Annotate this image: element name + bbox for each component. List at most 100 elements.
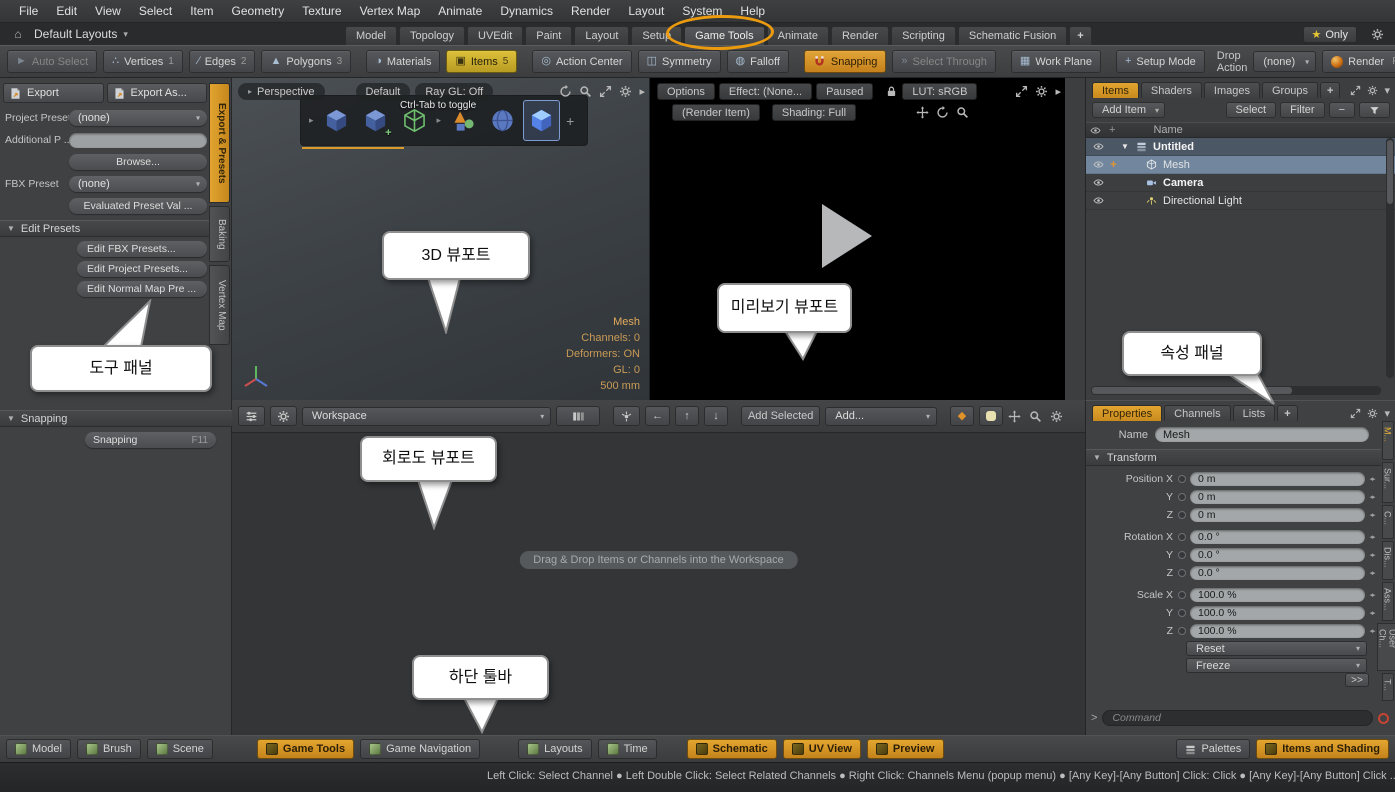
home-icon[interactable]: ⌂ [8,26,28,42]
view-columns-icon[interactable] [556,406,600,426]
items-mode-button[interactable]: ▣Items5 [446,50,517,73]
shading-style-button[interactable]: Default [356,83,411,100]
vertices-mode-button[interactable]: ∴Vertices1 [103,50,183,73]
project-preset-dropdown[interactable]: (none) [69,110,207,126]
channel-dot-icon[interactable] [1178,609,1186,617]
channel-dot-icon[interactable] [1178,569,1186,577]
position-z-field[interactable]: 0 m [1190,508,1365,522]
layout-tab-model[interactable]: Model [345,26,397,45]
item-list-vertical-scrollbar[interactable] [1386,138,1394,378]
diamond-toggle-button[interactable]: ◆ [950,406,974,426]
node-icon[interactable] [613,406,640,426]
more-button[interactable]: >> [1345,673,1369,687]
action-center-button[interactable]: ◎Action Center [532,50,631,73]
item-row-directional-light[interactable]: Directional Light [1086,192,1395,210]
record-icon[interactable] [1378,713,1389,724]
spinner-icon[interactable]: ◂▸ [1365,493,1379,501]
menu-layout[interactable]: Layout [619,0,673,22]
bottom-game-navigation-button[interactable]: Game Navigation [360,739,480,759]
menu-item[interactable]: Item [181,0,222,22]
schematic-gear-add-icon[interactable] [270,406,297,426]
work-plane-button[interactable]: ▦Work Plane [1011,50,1101,73]
channel-dot-icon[interactable] [1178,627,1186,635]
item-row-untitled[interactable]: ▼ Untitled [1086,138,1395,156]
channel-dot-icon[interactable] [1178,511,1186,519]
eye-icon[interactable] [1090,195,1106,206]
add-properties-tab-button[interactable]: + [1277,405,1297,421]
eye-icon[interactable] [1090,177,1106,188]
palettes-button[interactable]: Palettes [1176,739,1250,759]
tab-lists[interactable]: Lists [1233,405,1276,421]
layout-tab-paint[interactable]: Paint [525,26,572,45]
channel-dot-icon[interactable] [1178,475,1186,483]
preview-render-item-dropdown[interactable]: (Render Item) [672,104,760,121]
edit-normal-map-presets-button[interactable]: Edit Normal Map Pre ... [77,281,207,297]
preview-move-icon[interactable] [916,106,929,119]
view-mode-dropdown[interactable]: ▸Perspective [238,83,325,100]
bottom-uv-view-button[interactable]: UV View [783,739,861,759]
menu-dynamics[interactable]: Dynamics [491,0,562,22]
preview-paused-button[interactable]: Paused [816,83,873,100]
bottom-schematic-button[interactable]: Schematic [687,739,777,759]
side-tab-surface[interactable]: Sur... [1382,462,1394,503]
preview-maximize-icon[interactable] [1015,85,1028,98]
side-tab-t[interactable]: T... [1382,673,1394,701]
eye-icon[interactable] [1090,159,1106,170]
tab-items[interactable]: Items [1092,82,1139,98]
export-as-button[interactable]: Export As... [107,83,208,103]
bottom-model-button[interactable]: Model [6,739,71,759]
layout-tab-render[interactable]: Render [831,26,889,45]
layout-tab-layout[interactable]: Layout [574,26,629,45]
menu-vertex-map[interactable]: Vertex Map [351,0,430,22]
orbit-icon[interactable] [559,85,572,98]
expander-icon[interactable]: ▼ [1121,142,1133,151]
edges-mode-button[interactable]: ∕Edges2 [189,50,256,73]
layout-tab-uvedit[interactable]: UVEdit [467,26,523,45]
maximize-icon[interactable] [599,85,612,98]
only-button[interactable]: ★ Only [1303,26,1358,43]
side-tab-c[interactable]: C... [1382,505,1394,539]
schematic-move-icon[interactable] [1008,410,1021,423]
ray-gl-button[interactable]: Ray GL: Off [415,83,493,100]
bottom-brush-button[interactable]: Brush [77,739,141,759]
lock-icon[interactable] [885,85,898,98]
items-and-shading-button[interactable]: Items and Shading [1256,739,1389,759]
side-tab-mesh[interactable]: M... [1382,421,1394,460]
auto-select-button[interactable]: ►Auto Select [7,50,97,73]
bottom-time-button[interactable]: Time [598,739,657,759]
rotation-z-field[interactable]: 0.0 ° [1190,566,1365,580]
channel-dot-icon[interactable] [1178,551,1186,559]
preview-pane-menu-icon[interactable]: ▸ [1055,85,1061,98]
add-dropdown[interactable]: Add... [825,407,937,426]
preview-effect-dropdown[interactable]: Effect: (None... [719,83,812,100]
layout-tab-topology[interactable]: Topology [399,26,465,45]
schematic-zoom-icon[interactable] [1029,410,1042,423]
spinner-icon[interactable]: ◂▸ [1365,569,1379,577]
snapping-toggle-button[interactable]: Snapping F11 [85,432,216,448]
falloff-button[interactable]: ◍Falloff [727,50,789,73]
default-layouts-switcher[interactable]: Default Layouts ▾ [34,26,128,42]
cube-tool-icon[interactable] [318,100,355,141]
spinner-icon[interactable]: ◂▸ [1365,511,1379,519]
select-button[interactable]: Select [1226,102,1277,118]
menu-help[interactable]: Help [731,0,774,22]
arrow-left-icon[interactable]: ← [645,406,670,426]
browse-button[interactable]: Browse... [69,154,207,170]
pane-menu-icon[interactable]: ▸ [639,85,645,98]
layoutbar-gear-icon[interactable] [1367,26,1387,43]
selected-cube-tool-icon[interactable] [523,100,560,141]
side-tab-displacement[interactable]: Dis... [1382,541,1394,580]
snapping-button[interactable]: Snapping [804,50,887,73]
preview-lut-dropdown[interactable]: LUT: sRGB [902,83,977,100]
cube-add-tool-icon[interactable]: + [357,100,394,141]
scale-z-field[interactable]: 100.0 % [1190,624,1365,638]
preview-orbit-icon[interactable] [936,106,949,119]
tab-shaders[interactable]: Shaders [1141,82,1202,98]
preview-shading-dropdown[interactable]: Shading: Full [772,104,856,121]
preview-zoom-icon[interactable] [956,106,969,119]
layout-tab-setup[interactable]: Setup [631,26,682,45]
menu-texture[interactable]: Texture [293,0,350,22]
edit-project-presets-button[interactable]: Edit Project Presets... [77,261,207,277]
reset-button[interactable]: Reset [1186,641,1367,656]
menu-edit[interactable]: Edit [47,0,86,22]
